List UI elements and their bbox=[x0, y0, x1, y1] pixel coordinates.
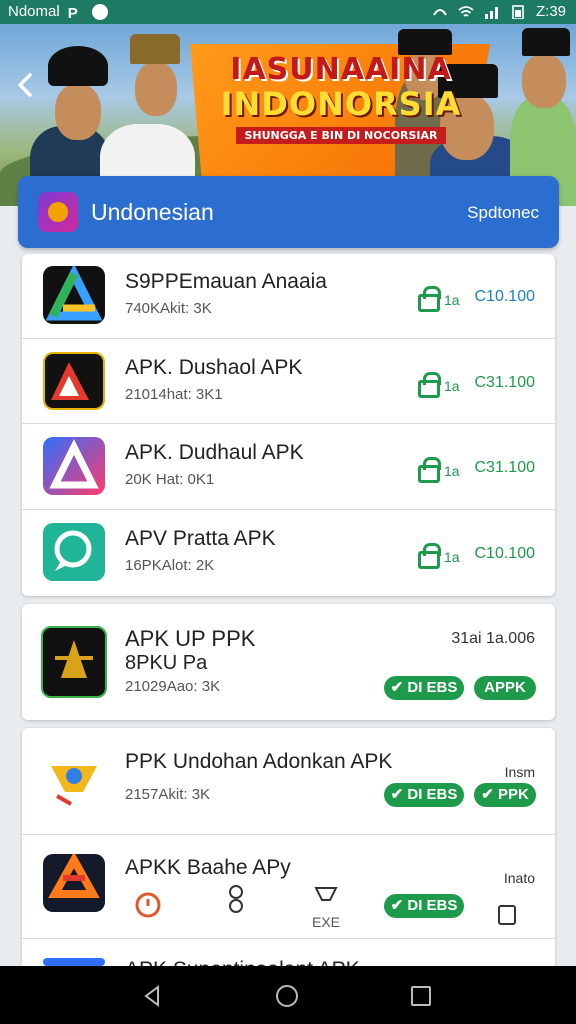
app-price: C10.100 bbox=[474, 288, 536, 305]
app-meta: 2157Akit: 3K bbox=[125, 786, 211, 803]
status-bar-title: Ndomal bbox=[8, 3, 60, 20]
app-card-2[interactable]: APK UP PPK 8PKU Pa 21029Aao: 3K 31ai 1a.… bbox=[22, 604, 555, 720]
app-name: S9PPEmauan Anaaia bbox=[125, 270, 327, 293]
banner-subtitle: SHUNGGA E BIN DI NOCORSIAR bbox=[236, 127, 446, 144]
status-bar: Ndomal P Z:39 bbox=[0, 0, 576, 24]
app-name: APK Supentinaalant APK bbox=[125, 958, 360, 966]
app-icon-a-red bbox=[43, 352, 105, 410]
nav-back-icon[interactable] bbox=[140, 984, 164, 1008]
app-name: APK. Dushaol APK bbox=[125, 356, 303, 379]
banner-person-2-head bbox=[135, 62, 177, 116]
list-item[interactable]: APV Pratta APK 16PKAlot: 2K 1a C10.100 bbox=[22, 509, 555, 596]
app-price: Insm bbox=[504, 764, 535, 780]
banner-person-1-hat bbox=[48, 46, 108, 86]
lock-mark: 1a bbox=[444, 463, 460, 479]
banner-person-2-hat bbox=[130, 34, 180, 64]
app-name: APK UP PPK bbox=[125, 626, 256, 651]
app-icon-a bbox=[43, 266, 105, 324]
app-name: APKK Baahe APy bbox=[125, 856, 291, 879]
app-meta: 21029Aao: 3K bbox=[125, 678, 221, 695]
verified-pill[interactable]: ✔ DI EBS bbox=[384, 676, 464, 700]
app-icon-a-dark bbox=[43, 854, 105, 912]
app-meta: 740KAkit: 3K bbox=[125, 300, 212, 317]
location-icon[interactable] bbox=[222, 884, 250, 914]
lock-icon bbox=[418, 457, 441, 483]
list-item[interactable]: PPK Undohan Adonkan APK 2157Akit: 3K Ins… bbox=[22, 728, 555, 835]
app-price: C31.100 bbox=[474, 374, 536, 391]
app-status: Inato bbox=[503, 870, 535, 886]
back-arrow-icon bbox=[18, 73, 32, 97]
badge-icon[interactable] bbox=[312, 882, 340, 912]
banner-title-line1: IASUNAAINA bbox=[230, 52, 452, 87]
signal-icon bbox=[484, 6, 498, 19]
app-name-secondary: 8PKU Pa bbox=[125, 652, 208, 674]
app-icon-chat bbox=[43, 523, 105, 581]
sub-label: EXE bbox=[312, 914, 341, 930]
verified-pill[interactable]: ✔ DI EBS bbox=[384, 783, 464, 807]
list-item[interactable]: APK. Dudhaul APK 20K Hat: 0K1 1a C31.100 bbox=[22, 423, 555, 510]
back-button[interactable] bbox=[12, 70, 40, 100]
app-name: APK. Dudhaul APK bbox=[125, 441, 304, 464]
lock-mark: 1a bbox=[444, 549, 460, 565]
nav-recents-icon[interactable] bbox=[411, 986, 431, 1006]
app-name: APV Pratta APK bbox=[125, 527, 276, 550]
phone-icon[interactable] bbox=[496, 904, 518, 926]
vpn-icon bbox=[433, 8, 447, 16]
system-nav-bar bbox=[0, 966, 576, 1024]
status-time: Z:39 bbox=[535, 3, 566, 20]
lock-icon bbox=[418, 543, 441, 569]
app-price: C10.100 bbox=[474, 545, 536, 562]
app-price: 31ai 1a.006 bbox=[451, 630, 535, 647]
list-item[interactable]: APKK Baahe APy EXE ✔ DI EBS Inato bbox=[22, 834, 555, 939]
category-header[interactable]: Undonesian Spdtonec bbox=[18, 176, 559, 248]
parking-icon: P bbox=[67, 4, 78, 22]
app-meta: 16PKAlot: 2K bbox=[125, 557, 215, 574]
banner-title-line2: INDONORSIA bbox=[220, 85, 462, 123]
banner-person-1-head bbox=[55, 84, 101, 140]
app-list-card-1: S9PPEmauan Anaaia 740KAkit: 3K 1a C10.10… bbox=[22, 254, 555, 596]
lock-icon bbox=[418, 372, 441, 398]
apk-pill[interactable]: APPK bbox=[474, 676, 536, 700]
timer-icon[interactable] bbox=[134, 890, 162, 920]
lock-mark: 1a bbox=[444, 292, 460, 308]
list-item[interactable]: APK. Dushaol APK 21014hat: 3K1 1a C31.10… bbox=[22, 338, 555, 424]
banner-person-5-hat bbox=[522, 28, 570, 56]
app-icon-flower bbox=[43, 752, 105, 810]
notification-icon bbox=[91, 3, 108, 20]
app-icon-a-gradient bbox=[43, 437, 105, 495]
category-title: Undonesian bbox=[91, 199, 214, 225]
app-icon-partial bbox=[43, 958, 105, 966]
banner-title: IASUNAAINA INDONORSIA SHUNGGA E BIN DI N… bbox=[196, 52, 486, 144]
list-item-partial[interactable]: APK Supentinaalant APK bbox=[22, 938, 555, 966]
app-meta: 21014hat: 3K1 bbox=[125, 386, 223, 403]
category-logo-icon bbox=[38, 192, 78, 232]
wifi-icon bbox=[458, 5, 474, 17]
banner-person-5-head bbox=[522, 54, 566, 108]
app-list-card-3: PPK Undohan Adonkan APK 2157Akit: 3K Ins… bbox=[22, 728, 555, 966]
nav-home-icon[interactable] bbox=[276, 985, 298, 1007]
app-name: PPK Undohan Adonkan APK bbox=[125, 750, 393, 773]
app-price: C31.100 bbox=[474, 459, 536, 476]
verified-pill[interactable]: ✔ DI EBS bbox=[384, 894, 464, 918]
category-right-link[interactable]: Spdtonec bbox=[467, 203, 539, 223]
app-meta: 20K Hat: 0K1 bbox=[125, 471, 215, 488]
app-icon-emblem bbox=[41, 626, 107, 698]
lock-mark: 1a bbox=[444, 378, 460, 394]
battery-icon bbox=[512, 4, 524, 19]
list-item[interactable]: S9PPEmauan Anaaia 740KAkit: 3K 1a C10.10… bbox=[22, 254, 555, 339]
lock-icon bbox=[418, 286, 441, 312]
ppk-pill[interactable]: ✔ PPK bbox=[474, 783, 536, 807]
